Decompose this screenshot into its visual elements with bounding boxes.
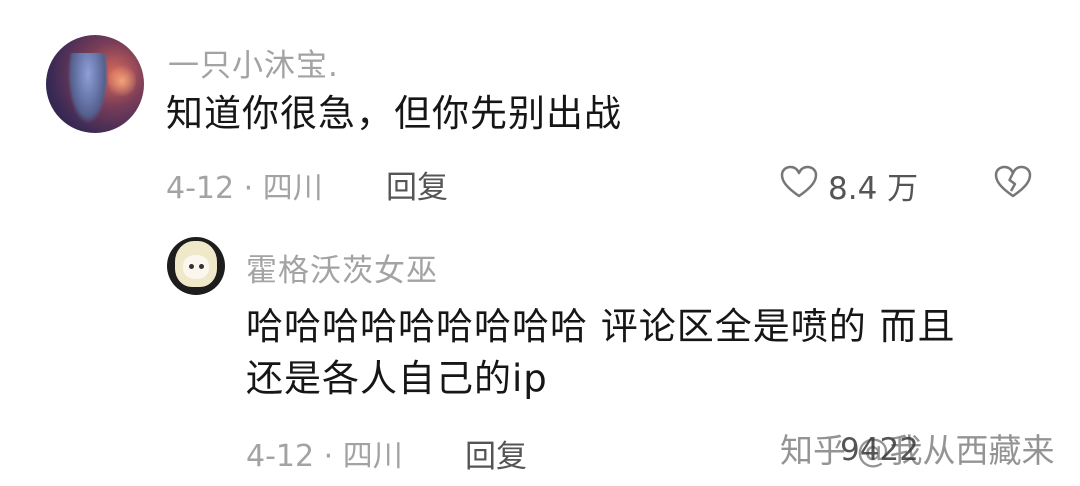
reply-text-line1: 哈哈哈哈哈哈哈哈哈 评论区全是喷的 而且 <box>246 305 956 348</box>
avatar[interactable] <box>46 35 144 133</box>
comment-username[interactable]: 一只小沐宝. <box>168 40 339 85</box>
watermark: 知乎 @我从西藏来 <box>780 431 1055 470</box>
reply-date-location: 4-12 · 四川 <box>246 439 403 474</box>
avatar-figure <box>68 53 108 123</box>
comment-date-location: 4-12 · 四川 <box>166 171 323 206</box>
reply-avatar[interactable] <box>167 237 225 295</box>
avatar-eye <box>199 264 204 269</box>
avatar-eye <box>189 264 194 269</box>
reply-username[interactable]: 霍格沃茨女巫 <box>246 245 438 290</box>
comment-text: 知道你很急，但你先别出战 <box>166 92 622 135</box>
reply-text-line2: 还是各人自己的ip <box>246 357 548 400</box>
like-count: 8.4 万 <box>828 171 919 207</box>
broken-heart-icon[interactable] <box>994 165 1032 199</box>
reply-reply-button[interactable]: 回复 <box>465 431 527 476</box>
heart-icon[interactable] <box>780 165 818 199</box>
reply-button[interactable]: 回复 <box>386 162 448 207</box>
avatar-face <box>183 255 209 279</box>
avatar-glow <box>108 63 136 99</box>
